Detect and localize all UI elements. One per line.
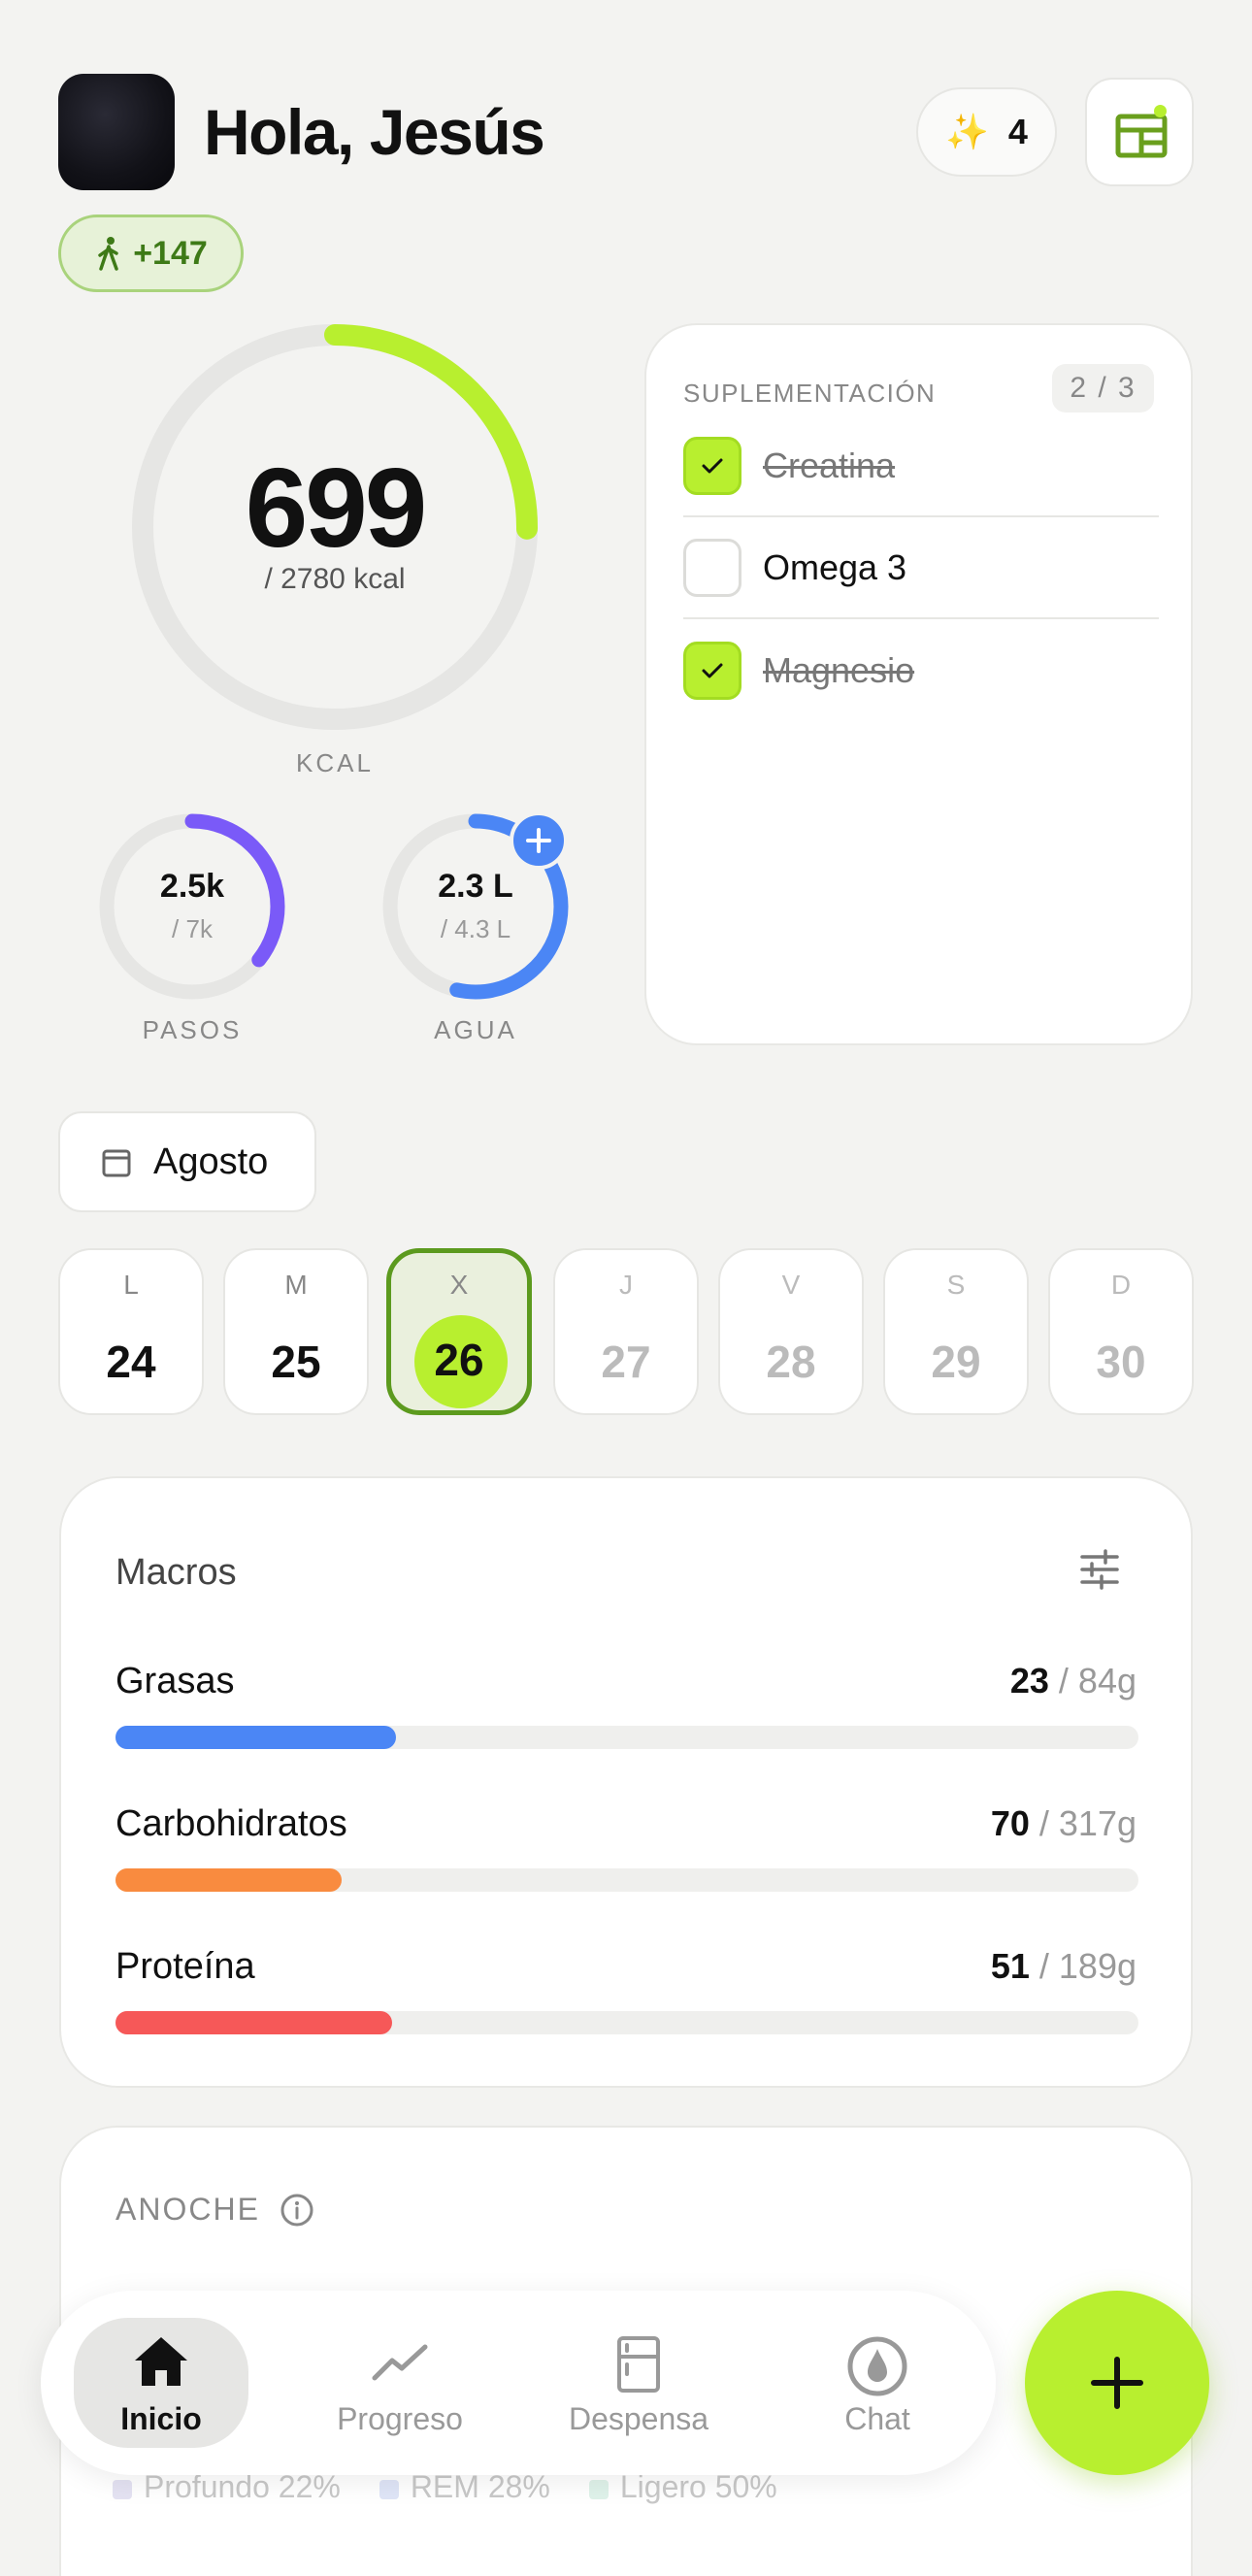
day-letter: L (123, 1270, 139, 1300)
macro-carbs-fill (115, 1868, 342, 1892)
day-letter: X (449, 1270, 469, 1300)
macro-fat-label: Grasas (115, 1661, 235, 1701)
supplement-item-magnesio[interactable]: Magnesio (683, 619, 1159, 721)
fridge-icon (617, 2336, 660, 2393)
day-24[interactable]: L 24 (58, 1248, 204, 1415)
plus-icon (1091, 2357, 1143, 2409)
calories-label: KCAL (296, 748, 374, 777)
supplement-item-omega-3[interactable]: Omega 3 (683, 517, 1159, 619)
macro-carbs-value: 70 / 317g (990, 1803, 1137, 1843)
day-number: 24 (106, 1337, 156, 1387)
trend-icon (372, 2344, 428, 2381)
supplement-name: Omega 3 (763, 546, 907, 587)
sparkle-count: 4 (1007, 112, 1028, 151)
day-number: 25 (271, 1337, 321, 1387)
info-icon[interactable] (280, 2193, 314, 2228)
day-25[interactable]: M 25 (223, 1248, 369, 1415)
day-28[interactable]: V 28 (718, 1248, 864, 1415)
calendar-icon (1115, 114, 1168, 158)
add-water-button[interactable] (510, 811, 568, 870)
notification-dot (1154, 105, 1167, 117)
nav-label: Inicio (120, 2401, 202, 2436)
month-selector[interactable]: Agosto (58, 1111, 316, 1212)
avatar[interactable] (58, 74, 175, 190)
month-label: Agosto (153, 1140, 269, 1182)
supplements-card: SUPLEMENTACIÓN 2 / 3 Creatina Omega 3 Ma… (644, 323, 1193, 1045)
day-27[interactable]: J 27 (553, 1248, 699, 1415)
macro-fat-bar (115, 1726, 1138, 1749)
nav-item-chat[interactable]: Chat (790, 2318, 965, 2448)
nav-label: Progreso (337, 2401, 463, 2436)
plus-icon (526, 828, 551, 853)
nav-label: Chat (844, 2401, 910, 2436)
steps-goal: / 7k (172, 914, 213, 943)
macro-fat-fill (115, 1726, 396, 1749)
calories-goal: / 2780 kcal (264, 563, 406, 595)
sliders-icon (1080, 1549, 1119, 1590)
nav-label: Despensa (568, 2401, 709, 2436)
check-icon (702, 458, 723, 473)
day-30[interactable]: D 30 (1048, 1248, 1194, 1415)
walking-icon (98, 237, 118, 271)
nav-item-progreso[interactable]: Progreso (313, 2318, 487, 2448)
day-letter: M (284, 1270, 308, 1300)
day-number: 26 (434, 1335, 484, 1385)
add-button[interactable] (1025, 2291, 1209, 2475)
macros-settings-button[interactable] (1078, 1548, 1121, 1596)
day-letter: S (946, 1270, 966, 1300)
calendar-button[interactable] (1085, 78, 1194, 186)
day-number: 30 (1096, 1337, 1146, 1387)
macro-fat-value: 23 / 84g (1009, 1661, 1137, 1701)
macros-title: Macros (115, 1552, 237, 1593)
steps-value: 2.5k (159, 868, 225, 905)
supplements-title: SUPLEMENTACIÓN (683, 379, 937, 408)
nav-item-despensa[interactable]: Despensa (551, 2318, 726, 2448)
sparkle-counter-button[interactable]: ✨ 4 (916, 87, 1057, 177)
calories-value: 699 (245, 445, 428, 571)
macro-protein-label: Proteína (115, 1946, 255, 1987)
supplement-name: Magnesio (763, 649, 915, 690)
macro-protein-bar (115, 2011, 1138, 2034)
sparkle-icon: ✨ (945, 112, 989, 151)
day-26-selected[interactable]: X 26 (386, 1248, 532, 1415)
steps-bonus-value: +147 (133, 234, 208, 272)
checkbox-checked[interactable] (683, 436, 741, 495)
macro-protein-value: 51 / 189g (990, 1946, 1137, 1986)
macro-carbs-bar (115, 1868, 1138, 1892)
water-label: AGUA (434, 1015, 517, 1044)
day-letter: D (1110, 1270, 1132, 1300)
greeting-title: Hola, Jesús (204, 96, 545, 168)
macro-carbs-label: Carbohidratos (115, 1803, 347, 1844)
water-value: 2.3 L (438, 868, 513, 905)
steps-bonus-badge[interactable]: +147 (58, 215, 244, 292)
home-icon (135, 2337, 187, 2386)
checkbox-unchecked[interactable] (683, 538, 741, 597)
macros-card: Macros Grasas 23 / 84g Carbohidratos 70 … (59, 1476, 1193, 2088)
nav-item-inicio[interactable]: Inicio (74, 2318, 248, 2448)
sleep-title: ANOCHE (115, 2192, 314, 2228)
supplements-count: 2 / 3 (1052, 364, 1154, 413)
day-letter: V (781, 1270, 801, 1300)
day-letter: J (619, 1270, 633, 1300)
day-number: 28 (766, 1337, 816, 1387)
steps-label: PASOS (142, 1015, 243, 1044)
checkbox-checked[interactable] (683, 641, 741, 700)
bottom-nav: Inicio Progreso Despensa Chat (41, 2291, 996, 2475)
day-29[interactable]: S 29 (883, 1248, 1029, 1415)
chat-icon (847, 2336, 907, 2396)
supplement-item-creatina[interactable]: Creatina (683, 415, 1159, 517)
calendar-icon (102, 1149, 131, 1177)
water-goal: / 4.3 L (440, 914, 511, 943)
supplement-name: Creatina (763, 445, 896, 485)
day-number: 29 (931, 1337, 981, 1387)
macro-protein-fill (115, 2011, 392, 2034)
day-number: 27 (601, 1337, 651, 1387)
check-icon (702, 663, 723, 677)
steps-ring[interactable] (97, 811, 287, 1002)
